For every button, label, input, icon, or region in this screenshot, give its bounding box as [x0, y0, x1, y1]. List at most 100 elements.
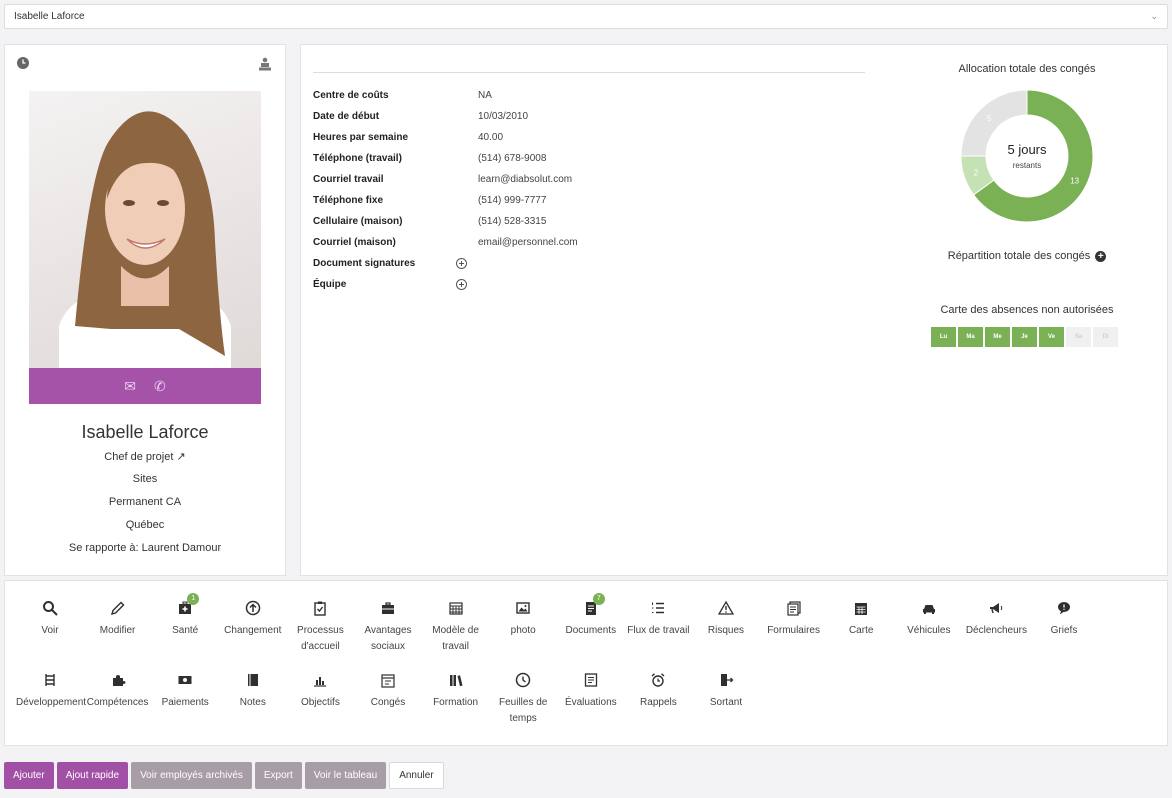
- absence-day-me[interactable]: Me: [985, 327, 1010, 347]
- action-notebook[interactable]: Notes: [219, 669, 287, 711]
- list-ordered-icon: [624, 597, 692, 619]
- action-label: Santé: [172, 625, 199, 636]
- action-books[interactable]: Formation: [422, 669, 490, 711]
- action-label: Risques: [707, 625, 745, 636]
- history-clock-icon[interactable]: [17, 57, 29, 69]
- action-forms[interactable]: Formulaires: [760, 597, 828, 639]
- action-arrow-up-circle[interactable]: Changement: [219, 597, 287, 639]
- action-warning[interactable]: Risques: [692, 597, 760, 639]
- donut-center-label: restants: [1013, 161, 1041, 170]
- export-button[interactable]: Export: [254, 762, 302, 789]
- image-icon: [489, 597, 557, 619]
- action-evaluation[interactable]: Évaluations: [557, 669, 625, 711]
- add-signature-icon[interactable]: [456, 258, 467, 269]
- absence-day-lu[interactable]: Lu: [931, 327, 956, 347]
- action-puzzle[interactable]: Compétences: [84, 669, 152, 711]
- absence-day-di[interactable]: Di: [1093, 327, 1118, 347]
- cancel-button[interactable]: Annuler: [389, 762, 444, 789]
- absence-day-sa[interactable]: Sa: [1066, 327, 1091, 347]
- warning-icon: [692, 597, 760, 619]
- donut-center-value: 5 jours: [1007, 142, 1047, 157]
- detail-value: (514) 528-3315: [478, 216, 547, 227]
- employee-select-value: Isabelle Laforce: [14, 11, 85, 22]
- action-pencil[interactable]: Modifier: [84, 597, 152, 639]
- speech-bubble-icon: [1030, 597, 1098, 619]
- detail-row: Téléphone fixe (514) 999-7777: [313, 190, 546, 211]
- action-calendar-grid[interactable]: Modèle de travail: [422, 597, 490, 655]
- chevron-down-icon: ⌄: [1150, 11, 1158, 21]
- action-label: Changement: [224, 625, 282, 636]
- detail-value: 40.00: [478, 132, 504, 143]
- donut-slice-label: 2: [974, 169, 979, 178]
- action-label: Sortant: [709, 697, 743, 708]
- action-speech-bubble[interactable]: Griefs: [1030, 597, 1098, 639]
- absence-day-ve[interactable]: Ve: [1039, 327, 1064, 347]
- action-medical-kit[interactable]: 1 Santé: [151, 593, 219, 639]
- action-label: Notes: [239, 697, 266, 708]
- pencil-icon: [84, 597, 152, 619]
- action-alarm[interactable]: Rappels: [624, 669, 692, 711]
- employee-select[interactable]: Isabelle Laforce ⌄: [4, 4, 1168, 29]
- books-icon: [422, 669, 490, 691]
- detail-label: Équipe: [313, 279, 347, 290]
- action-calendar-leave[interactable]: Congés: [354, 669, 422, 711]
- absence-map-title: Carte des absences non autorisées: [940, 304, 1114, 316]
- action-documents[interactable]: 7 Documents: [557, 593, 625, 639]
- absence-day-je[interactable]: Je: [1012, 327, 1037, 347]
- detail-row: Téléphone (travail) (514) 678-9008: [313, 148, 546, 169]
- quick-add-button[interactable]: Ajout rapide: [56, 762, 129, 789]
- detail-value: learn@diabsolut.com: [478, 174, 573, 185]
- action-label: Congés: [370, 697, 406, 708]
- action-label: Documents: [565, 625, 617, 636]
- add-circle-icon[interactable]: +: [1095, 250, 1107, 262]
- action-label: Formation: [433, 697, 479, 708]
- action-development[interactable]: Développement: [16, 669, 87, 711]
- documents-icon: 7: [557, 593, 625, 619]
- arrow-up-circle-icon: [219, 597, 287, 619]
- location: Québec: [125, 519, 165, 531]
- action-search[interactable]: Voir: [16, 597, 84, 639]
- action-briefcase[interactable]: Avantages sociaux: [354, 597, 422, 655]
- car-icon: [895, 597, 963, 619]
- action-money[interactable]: Paiements: [151, 669, 219, 711]
- evaluation-icon: [557, 669, 625, 691]
- add-team-icon[interactable]: [456, 279, 467, 290]
- view-board-button[interactable]: Voir le tableau: [304, 762, 387, 789]
- job-title-text: Chef de projet: [104, 451, 174, 463]
- action-megaphone[interactable]: Déclencheurs: [962, 597, 1030, 639]
- action-label: Compétences: [86, 697, 149, 708]
- employment-status: Permanent CA: [108, 496, 182, 508]
- detail-row: Courriel (maison) email@personnel.com: [313, 232, 578, 253]
- action-image[interactable]: photo: [489, 597, 557, 639]
- external-link-icon[interactable]: ↗: [176, 451, 185, 463]
- action-calendar[interactable]: Carte: [827, 597, 895, 639]
- archived-employees-button[interactable]: Voir employés archivés: [131, 762, 252, 789]
- action-exit[interactable]: Sortant: [692, 669, 760, 711]
- detail-value: (514) 678-9008: [478, 153, 547, 164]
- action-bar-chart[interactable]: Objectifs: [286, 669, 354, 711]
- action-label: Développement: [16, 697, 87, 708]
- action-label: Déclencheurs: [965, 625, 1027, 636]
- job-title[interactable]: Chef de projet ↗: [5, 450, 285, 463]
- action-clock[interactable]: Feuilles de temps: [489, 669, 557, 727]
- envelope-icon[interactable]: ✉: [124, 378, 136, 395]
- action-clipboard-check[interactable]: Processus d'accueil: [286, 597, 354, 655]
- leave-distribution-title: Répartition totale des congés: [947, 250, 1091, 262]
- forms-icon: [760, 597, 828, 619]
- action-list-ordered[interactable]: Flux de travail: [624, 597, 692, 639]
- action-label: Griefs: [1050, 625, 1078, 636]
- clock-icon: [489, 669, 557, 691]
- bottom-toolbar: Ajouter Ajout rapide Voir employés archi…: [4, 762, 444, 789]
- medical-kit-icon: 1: [151, 593, 219, 619]
- phone-icon[interactable]: ✆: [154, 378, 166, 395]
- action-label: Véhicules: [907, 625, 951, 636]
- leave-distribution[interactable]: Répartition totale des congés +: [867, 250, 1172, 262]
- add-button[interactable]: Ajouter: [4, 762, 54, 789]
- org-chart-icon[interactable]: [259, 57, 271, 71]
- detail-row: Document signatures: [313, 253, 467, 274]
- absence-day-ma[interactable]: Ma: [958, 327, 983, 347]
- action-car[interactable]: Véhicules: [895, 597, 963, 639]
- notification-badge: 7: [592, 593, 605, 605]
- employee-details-panel: Centre de coûts NA Date de début 10/03/201…: [300, 44, 1168, 576]
- detail-label: Cellulaire (maison): [313, 216, 403, 227]
